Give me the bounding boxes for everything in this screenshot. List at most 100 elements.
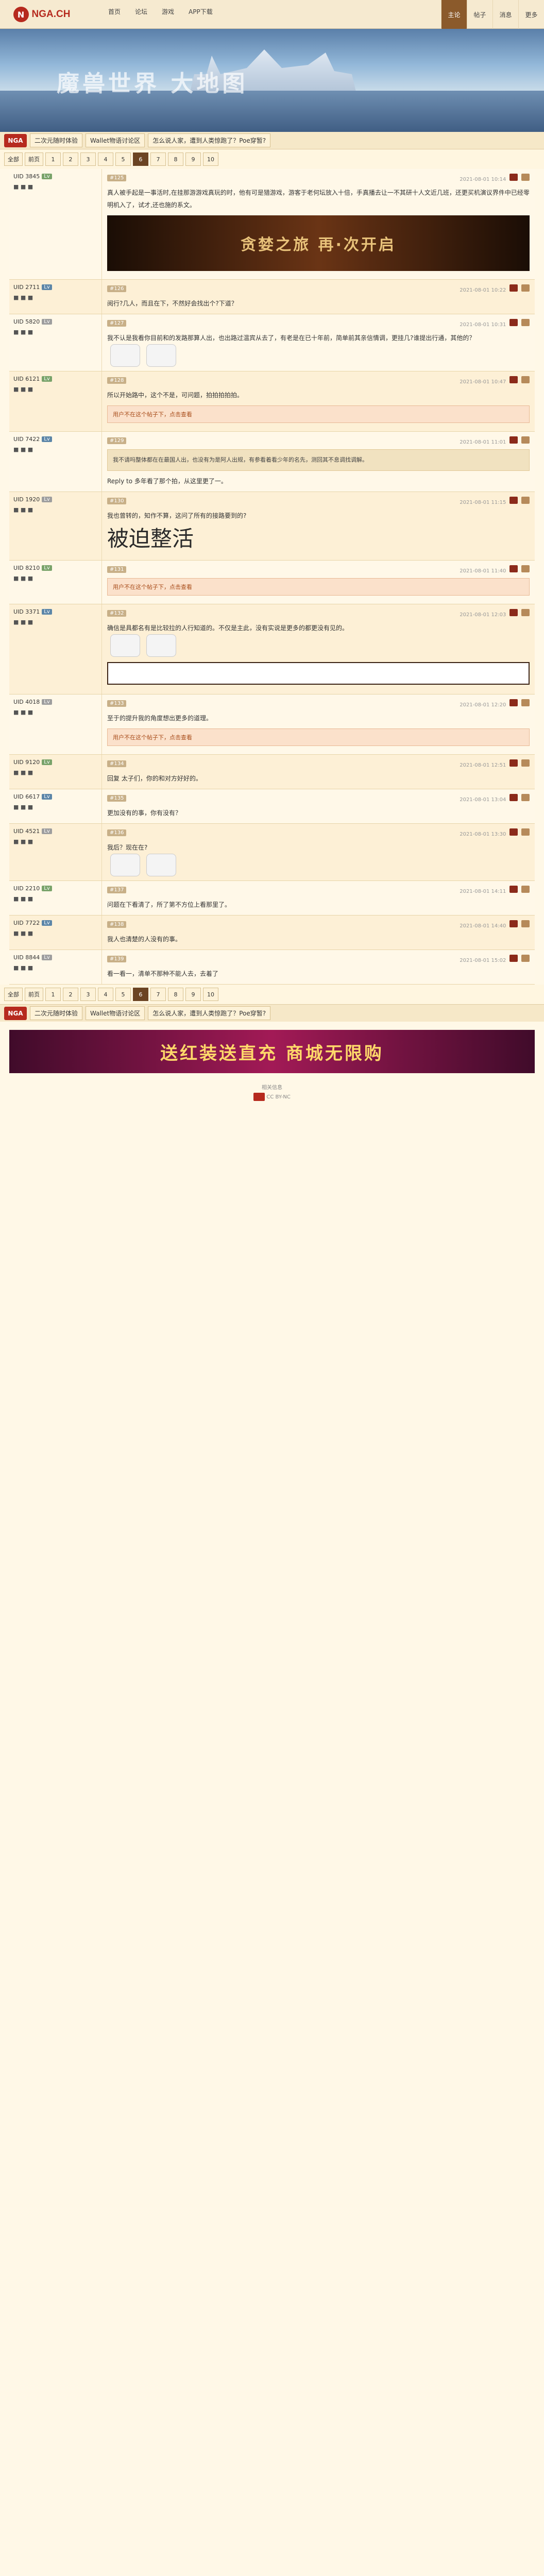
user-level-badge: Lv: [42, 319, 52, 325]
reply-icon[interactable]: [509, 699, 518, 706]
quote-icon[interactable]: [521, 759, 530, 767]
post-author-name[interactable]: UID 3371: [13, 608, 40, 615]
page-number[interactable]: 4: [98, 988, 113, 1001]
post-author-name[interactable]: UID 2210: [13, 885, 40, 892]
reply-icon[interactable]: [509, 436, 518, 444]
post-author-name[interactable]: UID 4521: [13, 828, 40, 835]
quote-icon[interactable]: [521, 885, 530, 893]
post-author-name[interactable]: UID 8844: [13, 954, 40, 961]
breadcrumb-item[interactable]: 二次元随时体验: [30, 1006, 83, 1020]
quote-icon[interactable]: [521, 436, 530, 444]
breadcrumb-home[interactable]: NGA: [4, 1006, 27, 1020]
hidden-user-notice[interactable]: 用户不在这个帖子下，点击查看: [107, 405, 530, 423]
post-image-banner[interactable]: 贪婪之旅 再·次开启: [107, 215, 530, 271]
page-number[interactable]: 1: [45, 152, 61, 166]
post-author-name[interactable]: UID 7722: [13, 920, 40, 926]
rnav-more[interactable]: 更多: [518, 0, 544, 29]
page-prev[interactable]: 前页: [25, 152, 43, 166]
post-floor: #135: [107, 794, 127, 802]
reply-icon[interactable]: [509, 608, 518, 616]
quote-icon[interactable]: [521, 565, 530, 572]
rnav-messages[interactable]: 消息: [492, 0, 518, 29]
page-number[interactable]: 2: [63, 988, 78, 1001]
page-prev[interactable]: 前页: [25, 988, 43, 1001]
reply-icon[interactable]: [509, 885, 518, 893]
nav-forum[interactable]: 论坛: [135, 7, 147, 16]
user-level-badge: Lv: [42, 955, 52, 960]
reply-icon[interactable]: [509, 920, 518, 927]
page-number[interactable]: 2: [63, 152, 78, 166]
page-number[interactable]: 7: [150, 988, 166, 1001]
reply-icon[interactable]: [509, 318, 518, 326]
quote-icon[interactable]: [521, 318, 530, 326]
post-author-name[interactable]: UID 8210: [13, 565, 40, 571]
user-level-badge: Lv: [42, 436, 52, 442]
reply-icon[interactable]: [509, 828, 518, 836]
page-number[interactable]: 8: [168, 988, 183, 1001]
post-author-name[interactable]: UID 2711: [13, 284, 40, 291]
quote-icon[interactable]: [521, 284, 530, 292]
reply-icon[interactable]: [509, 565, 518, 572]
quote-icon[interactable]: [521, 496, 530, 504]
post-author-name[interactable]: UID 4018: [13, 699, 40, 705]
reply-icon[interactable]: [509, 173, 518, 181]
quote-icon[interactable]: [521, 608, 530, 616]
page-current[interactable]: 6: [133, 152, 148, 166]
quote-icon[interactable]: [521, 173, 530, 181]
reply-icon[interactable]: [509, 759, 518, 767]
site-logo[interactable]: N NGA.CH: [3, 3, 80, 26]
page-number[interactable]: 5: [115, 152, 131, 166]
page-number[interactable]: 10: [203, 152, 218, 166]
breadcrumb-item[interactable]: 二次元随时体验: [30, 133, 83, 147]
page-number[interactable]: 9: [185, 988, 201, 1001]
reply-icon[interactable]: [509, 376, 518, 383]
nav-games[interactable]: 游戏: [162, 7, 174, 16]
page-current[interactable]: 6: [133, 988, 148, 1001]
quote-icon[interactable]: [521, 376, 530, 383]
hidden-user-notice[interactable]: 用户不在这个帖子下，点击查看: [107, 578, 530, 596]
breadcrumb-item[interactable]: Wallet物语讨论区: [86, 1006, 145, 1020]
page-first[interactable]: 全部: [4, 988, 23, 1001]
page-number[interactable]: 3: [80, 988, 96, 1001]
page-number[interactable]: 5: [115, 988, 131, 1001]
post-author-name[interactable]: UID 3845: [13, 173, 40, 180]
rnav-posts[interactable]: 帖子: [467, 0, 492, 29]
page-number[interactable]: 10: [203, 988, 218, 1001]
page-number[interactable]: 3: [80, 152, 96, 166]
reply-icon[interactable]: [509, 496, 518, 504]
post: UID 4018 Lv ■ ■ ■ #133 2021-08-01 12:20 …: [9, 694, 535, 755]
promo-banner[interactable]: 送红装送直充 商城无限购: [9, 1030, 535, 1073]
forum-banner: 魔兽世界 大地图: [0, 29, 544, 132]
quote-icon[interactable]: [521, 828, 530, 836]
post-author-name[interactable]: UID 1920: [13, 496, 40, 503]
page-number[interactable]: 7: [150, 152, 166, 166]
rnav-main[interactable]: 主论: [441, 0, 467, 29]
hidden-user-notice[interactable]: 用户不在这个帖子下，点击查看: [107, 728, 530, 746]
page-first[interactable]: 全部: [4, 152, 23, 166]
post-author-name[interactable]: UID 5820: [13, 318, 40, 325]
nav-home[interactable]: 首页: [108, 7, 121, 16]
quote-icon[interactable]: [521, 793, 530, 801]
post-author-name[interactable]: UID 6121: [13, 376, 40, 382]
breadcrumb-home[interactable]: NGA: [4, 133, 27, 147]
breadcrumb-item[interactable]: 怎么说人家，遭到人类惊跑了？Poe穿暂?: [148, 133, 271, 147]
page-number[interactable]: 9: [185, 152, 201, 166]
page-number[interactable]: 4: [98, 152, 113, 166]
reply-icon[interactable]: [509, 284, 518, 292]
post-author-name[interactable]: UID 6617: [13, 793, 40, 800]
quote-icon[interactable]: [521, 920, 530, 927]
embedded-screenshot[interactable]: [107, 662, 530, 685]
reply-icon[interactable]: [509, 793, 518, 801]
breadcrumb-item[interactable]: 怎么说人家，遭到人类惊跑了？Poe穿暂?: [148, 1006, 271, 1020]
post-author-name[interactable]: UID 7422: [13, 436, 40, 443]
breadcrumb-item[interactable]: Wallet物语讨论区: [86, 133, 145, 147]
quote-icon[interactable]: [521, 699, 530, 706]
nav-app[interactable]: APP下载: [189, 7, 213, 16]
reply-icon[interactable]: [509, 954, 518, 962]
post-author-meta: UID 4018 Lv ■ ■ ■: [9, 694, 102, 754]
page-number[interactable]: 1: [45, 988, 61, 1001]
post-author-meta: UID 6617 Lv ■ ■ ■: [9, 789, 102, 823]
quote-icon[interactable]: [521, 954, 530, 962]
page-number[interactable]: 8: [168, 152, 183, 166]
post-author-name[interactable]: UID 9120: [13, 759, 40, 766]
